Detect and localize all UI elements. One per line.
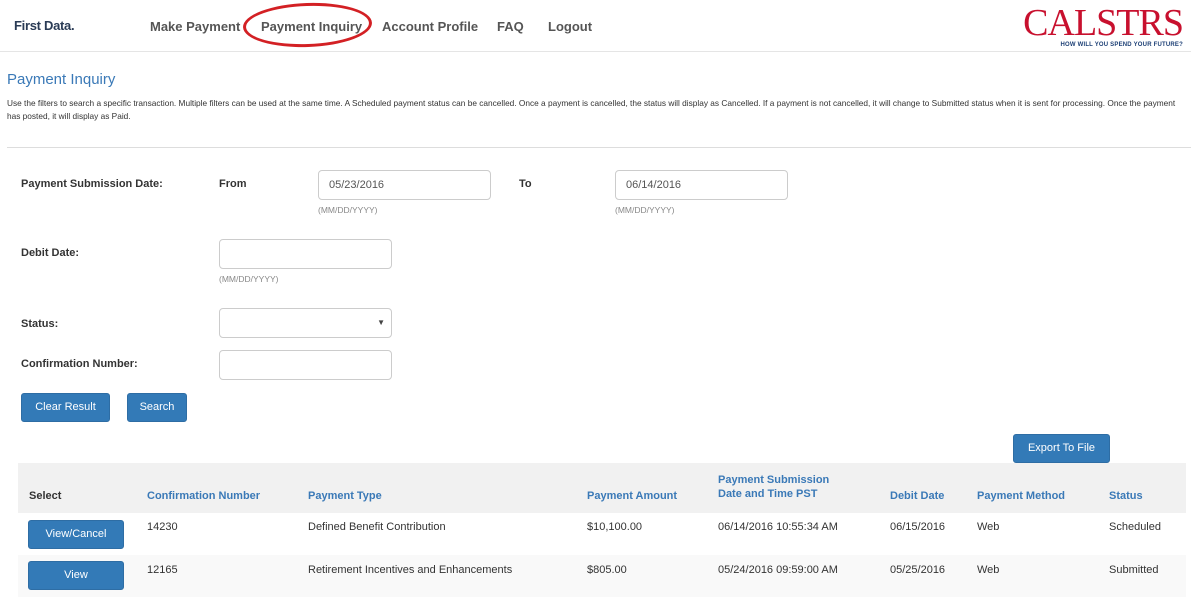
nav-make-payment[interactable]: Make Payment <box>150 19 240 34</box>
from-date-format-hint: (MM/DD/YYYY) <box>318 205 378 215</box>
to-date-input[interactable] <box>615 170 788 200</box>
header-select: Select <box>29 490 62 502</box>
calstrs-wordmark: CALSTRS <box>1023 2 1184 44</box>
debit-date-format-hint: (MM/DD/YYYY) <box>219 274 279 284</box>
header-submission-date-line1: Payment Submission <box>718 474 830 486</box>
cell-confirmation-number: 14230 <box>147 521 178 533</box>
cell-debit-date: 05/25/2016 <box>890 564 946 576</box>
cell-payment-amount: $805.00 <box>587 564 627 576</box>
from-date-input[interactable] <box>318 170 491 200</box>
view-button[interactable]: View <box>28 561 124 590</box>
cell-payment-type: Retirement Incentives and Enhancements <box>308 564 513 576</box>
first-data-logo: First Data. <box>14 18 75 33</box>
table-row: View 12165 Retirement Incentives and Enh… <box>18 555 1186 597</box>
export-to-file-button[interactable]: Export To File <box>1013 434 1110 463</box>
status-label: Status: <box>21 318 59 330</box>
to-date-format-hint: (MM/DD/YYYY) <box>615 205 675 215</box>
submission-date-label: Payment Submission Date: <box>21 178 163 190</box>
view-cancel-button[interactable]: View/Cancel <box>28 520 124 549</box>
table-row: View/Cancel 14230 Defined Benefit Contri… <box>18 513 1186 555</box>
chevron-down-icon: ▼ <box>377 318 385 327</box>
header-submission-date-line2: Date and Time PST <box>718 488 818 500</box>
nav-faq[interactable]: FAQ <box>497 19 524 34</box>
search-button[interactable]: Search <box>127 393 187 422</box>
header-confirmation-number[interactable]: Confirmation Number <box>147 489 260 503</box>
header-status[interactable]: Status <box>1109 489 1143 503</box>
cell-payment-method: Web <box>977 521 1000 533</box>
cell-payment-type: Defined Benefit Contribution <box>308 521 446 533</box>
clear-result-button[interactable]: Clear Result <box>21 393 110 422</box>
cell-submission-date: 05/24/2016 09:59:00 AM <box>718 564 838 576</box>
section-divider <box>7 147 1191 148</box>
confirmation-number-label: Confirmation Number: <box>21 358 138 370</box>
cell-submission-date: 06/14/2016 10:55:34 AM <box>718 521 838 533</box>
confirmation-number-input[interactable] <box>219 350 392 380</box>
header-debit-date[interactable]: Debit Date <box>890 489 944 503</box>
cell-payment-amount: $10,100.00 <box>587 521 643 533</box>
cell-debit-date: 06/15/2016 <box>890 521 946 533</box>
table-header: Select Confirmation Number Payment Type … <box>18 463 1186 513</box>
cell-payment-method: Web <box>977 564 1000 576</box>
debit-date-input[interactable] <box>219 239 392 269</box>
status-select[interactable]: ▼ <box>219 308 392 338</box>
nav-payment-inquiry[interactable]: Payment Inquiry <box>261 19 362 34</box>
to-label: To <box>519 178 532 190</box>
cell-status: Submitted <box>1109 564 1159 576</box>
nav-account-profile[interactable]: Account Profile <box>382 19 478 34</box>
header-submission-date[interactable]: Payment Submission Date and Time PST <box>718 473 829 501</box>
page-intro-text: Use the filters to search a specific tra… <box>7 98 1176 121</box>
cell-confirmation-number: 12165 <box>147 564 178 576</box>
header-payment-method[interactable]: Payment Method <box>977 489 1065 503</box>
page-title: Payment Inquiry <box>7 71 116 88</box>
header-payment-type[interactable]: Payment Type <box>308 489 382 503</box>
debit-date-label: Debit Date: <box>21 247 80 259</box>
top-navigation-bar: First Data. Make Payment Payment Inquiry… <box>0 0 1191 52</box>
from-label: From <box>219 178 247 190</box>
nav-logout[interactable]: Logout <box>548 19 592 34</box>
header-payment-amount[interactable]: Payment Amount <box>587 489 677 503</box>
cell-status: Scheduled <box>1109 521 1161 533</box>
calstrs-logo: CALSTRS HOW WILL YOU SPEND YOUR FUTURE? <box>1023 2 1184 48</box>
